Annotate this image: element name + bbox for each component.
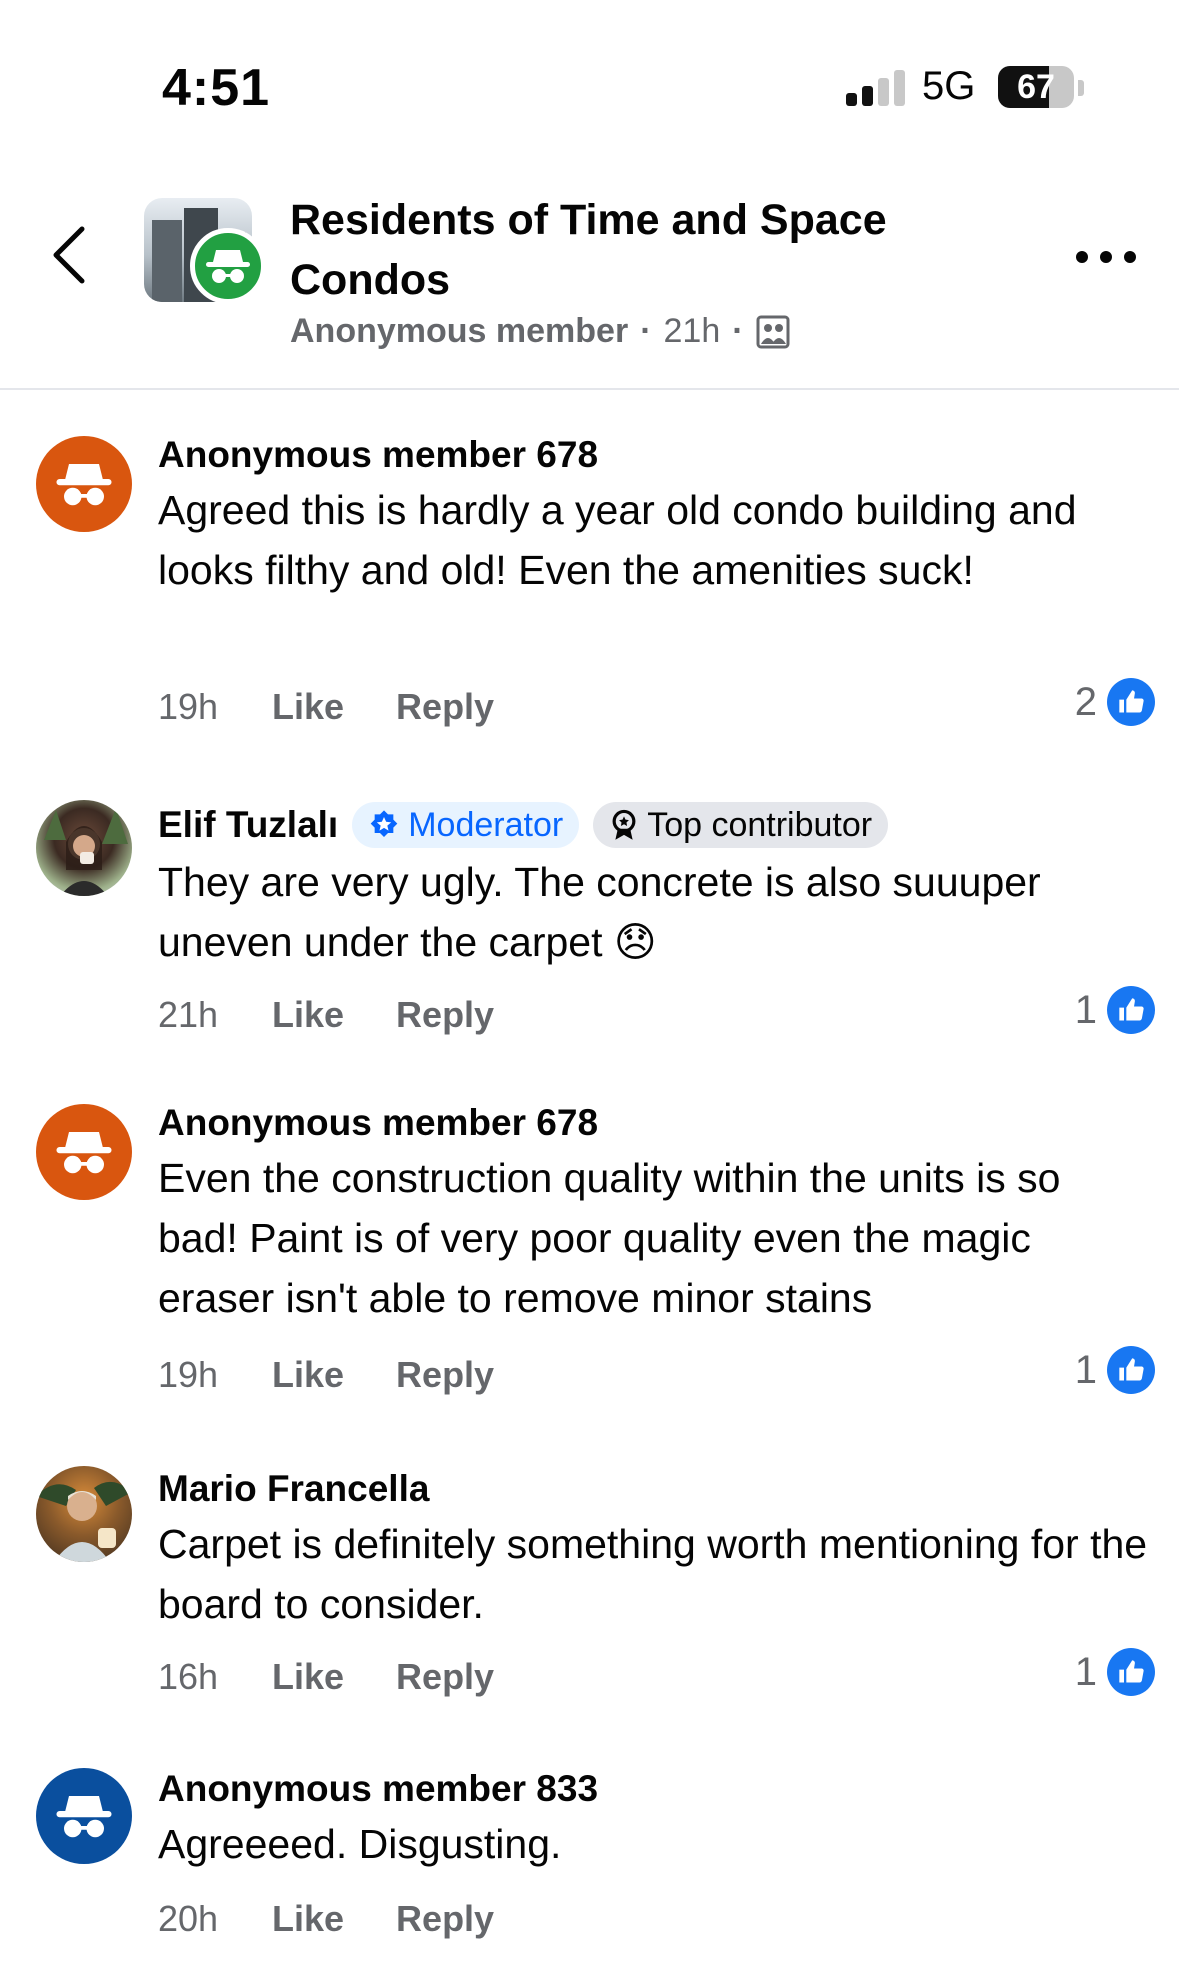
comment: Mario Francella Carpet is definitely som… (0, 1462, 1179, 1742)
anonymous-icon (190, 228, 266, 304)
comment-actions: 21h Like Reply (158, 994, 546, 1036)
like-button[interactable]: Like (272, 1354, 344, 1396)
chevron-left-icon (53, 226, 85, 284)
avatar[interactable] (36, 436, 132, 532)
status-time: 4:51 (162, 59, 271, 117)
reaction-count: 2 (1074, 679, 1097, 724)
comment-author[interactable]: Elif Tuzlalı (158, 804, 338, 846)
comment-actions: 20h Like Reply (158, 1898, 546, 1940)
comment: Anonymous member 678 Agreed this is hard… (0, 430, 1179, 770)
top-contributor-label: Top contributor (647, 805, 873, 844)
meta-separator: · (640, 312, 652, 350)
comment-author[interactable]: Anonymous member 678 (158, 434, 598, 476)
comment-author[interactable]: Anonymous member 678 (158, 1102, 598, 1144)
anonymous-icon (56, 1796, 112, 1838)
comment-actions: 19h Like Reply (158, 686, 546, 728)
comment: Anonymous member 833 Agreeeed. Disgustin… (0, 1762, 1179, 1972)
profile-photo (36, 1481, 132, 1562)
comment-text: They are very ugly. The concrete is also… (158, 859, 1041, 965)
reply-button[interactable]: Reply (396, 1898, 494, 1940)
comment-text: Even the construction quality within the… (158, 1155, 1061, 1321)
network-type: 5G (922, 64, 976, 108)
comment-author[interactable]: Anonymous member 833 (158, 1768, 598, 1810)
moderator-badge[interactable]: Moderator (352, 802, 580, 848)
top-contributor-badge[interactable]: Top contributor (593, 802, 889, 848)
comment-header: Mario Francella (158, 1468, 429, 1510)
comment-time: 19h (158, 686, 219, 727)
more-dot (1124, 251, 1136, 263)
comment-time: 21h (158, 994, 219, 1035)
like-button[interactable]: Like (272, 994, 344, 1036)
back-button[interactable] (44, 220, 94, 290)
avatar[interactable] (36, 1466, 132, 1562)
more-options-button[interactable] (1076, 242, 1136, 272)
like-button[interactable]: Like (272, 1898, 344, 1940)
group-members-icon (756, 315, 790, 348)
reaction-summary[interactable]: 2 (1075, 678, 1155, 726)
thumbs-up-icon (1107, 1346, 1155, 1394)
comment-header: Anonymous member 833 (158, 1768, 598, 1810)
comment-time: 19h (158, 1354, 219, 1395)
avatar[interactable] (36, 1768, 132, 1864)
comment-text: Carpet is definitely something worth men… (158, 1521, 1148, 1627)
cellular-signal-icon (846, 70, 906, 106)
battery-tip (1078, 80, 1084, 96)
post-time: 21h (663, 312, 721, 350)
comment: Elif Tuzlalı Moderator Top contributor T… (0, 796, 1179, 1096)
poster-name: Anonymous member (290, 312, 629, 350)
comment-actions: 19h Like Reply (158, 1354, 546, 1396)
avatar[interactable] (36, 800, 132, 896)
comment-time: 16h (158, 1656, 219, 1697)
reply-button[interactable]: Reply (396, 1354, 494, 1396)
comment: Anonymous member 678 Even the constructi… (0, 1098, 1179, 1418)
anonymous-icon (56, 1132, 112, 1174)
thumbs-up-icon (1107, 986, 1155, 1034)
reaction-summary[interactable]: 1 (1075, 986, 1155, 1034)
reaction-summary[interactable]: 1 (1075, 1648, 1155, 1696)
comment-time: 20h (158, 1898, 219, 1939)
comment-actions: 16h Like Reply (158, 1656, 546, 1698)
battery-percent: 67 (1017, 68, 1055, 106)
comment-author[interactable]: Mario Francella (158, 1468, 429, 1510)
like-button[interactable]: Like (272, 686, 344, 728)
reply-button[interactable]: Reply (396, 1656, 494, 1698)
comment-header: Anonymous member 678 (158, 434, 598, 476)
post-meta: Anonymous member · 21h · (290, 312, 790, 351)
reaction-count: 1 (1074, 1649, 1097, 1694)
like-button[interactable]: Like (272, 1656, 344, 1698)
more-dot (1076, 251, 1088, 263)
moderator-label: Moderator (408, 805, 564, 844)
comment-header: Elif Tuzlalı Moderator Top contributor (158, 802, 889, 848)
post-header: Residents of Time and Space Condos Anony… (0, 150, 1179, 390)
more-dot (1100, 251, 1112, 263)
group-name[interactable]: Residents of Time and Space Condos (290, 190, 950, 310)
thumbs-up-icon (1107, 678, 1155, 726)
reaction-summary[interactable]: 1 (1075, 1346, 1155, 1394)
comment-header: Anonymous member 678 (158, 1102, 598, 1144)
profile-photo (44, 808, 128, 896)
reply-button[interactable]: Reply (396, 994, 494, 1036)
reaction-count: 1 (1074, 987, 1097, 1032)
award-ribbon-icon (612, 809, 636, 840)
reaction-count: 1 (1074, 1347, 1097, 1392)
status-bar: 4:51 5G 67 (0, 0, 1179, 150)
comment-text: Agreeeed. Disgusting. (158, 1821, 562, 1867)
thumbs-up-icon (1107, 1648, 1155, 1696)
reply-button[interactable]: Reply (396, 686, 494, 728)
meta-separator: · (732, 312, 744, 350)
comment-text: Agreed this is hardly a year old condo b… (158, 487, 1077, 593)
moderator-shield-icon (370, 810, 398, 837)
avatar[interactable] (36, 1104, 132, 1200)
battery-icon: 67 (998, 66, 1074, 108)
anonymous-icon (56, 464, 112, 506)
